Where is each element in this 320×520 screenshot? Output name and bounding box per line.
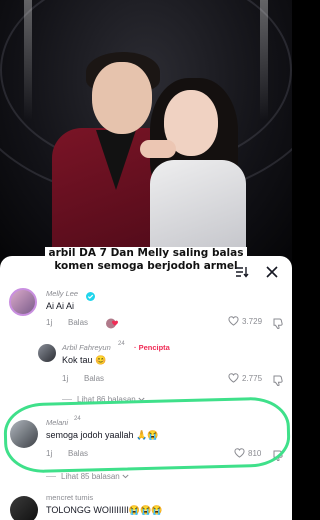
man-face bbox=[92, 62, 152, 134]
like-button[interactable]: 2.775 bbox=[228, 373, 262, 383]
like-count: 810 bbox=[248, 448, 262, 458]
creator-label-text: Pencipta bbox=[138, 343, 170, 352]
comment-text: TOLONGG WOIIIIIIII😭😭😭 bbox=[46, 505, 163, 515]
like-button[interactable]: 3.729 bbox=[228, 316, 262, 326]
reply-button[interactable]: Balas bbox=[68, 318, 88, 327]
caption-line-2: komen semoga berjodoh armel bbox=[51, 260, 241, 272]
comment-text: semoga jodoh yaallah 🙏😭 bbox=[46, 430, 159, 440]
dislike-icon[interactable] bbox=[273, 316, 283, 334]
comment-time: 1j bbox=[46, 318, 53, 327]
like-count: 2.775 bbox=[242, 373, 263, 383]
comment-username[interactable]: Melani bbox=[46, 418, 68, 427]
creator-liked-icon bbox=[106, 316, 120, 334]
user-badge: 24 bbox=[118, 341, 125, 347]
hand-on-shoulder bbox=[140, 140, 176, 158]
avatar[interactable] bbox=[10, 496, 38, 520]
chevron-down-icon bbox=[138, 397, 145, 402]
comment-time: 1j bbox=[62, 374, 69, 383]
avatar[interactable] bbox=[9, 288, 37, 316]
comment-username[interactable]: Melly Lee bbox=[46, 289, 78, 298]
reply-button[interactable]: Balas bbox=[84, 374, 104, 383]
view-replies-label: Lihat 85 balasan bbox=[61, 472, 120, 481]
divider bbox=[62, 399, 72, 400]
creator-label: · Pencipta bbox=[134, 343, 170, 352]
comment-username[interactable]: Arbil Fahreyun bbox=[62, 343, 111, 352]
verified-icon bbox=[86, 288, 95, 306]
divider bbox=[46, 476, 56, 477]
comment-item: Melani 24 semoga jodoh yaallah 🙏😭 1j Bal… bbox=[0, 414, 292, 466]
reply-button[interactable]: Balas bbox=[68, 449, 88, 458]
comment-username[interactable]: mencret tumis bbox=[46, 493, 93, 502]
dislike-icon[interactable] bbox=[273, 373, 283, 391]
avatar[interactable] bbox=[38, 344, 56, 362]
chevron-down-icon bbox=[122, 474, 129, 479]
view-replies-button[interactable]: Lihat 86 balasan bbox=[62, 395, 145, 404]
comment-item: Melly Lee Ai Ai Ai 1j Balas 3.729 bbox=[0, 284, 292, 336]
heart-icon bbox=[228, 373, 239, 383]
stage-light bbox=[260, 0, 268, 120]
comment-text: Ai Ai Ai bbox=[46, 301, 75, 311]
filter-sort-icon[interactable] bbox=[232, 262, 252, 282]
dislike-icon[interactable] bbox=[273, 448, 283, 466]
comment-time: 1j bbox=[46, 449, 53, 458]
like-count: 3.729 bbox=[242, 316, 263, 326]
view-replies-label: Lihat 86 balasan bbox=[77, 395, 136, 404]
stage-light bbox=[24, 0, 32, 120]
user-badge: 24 bbox=[74, 416, 81, 422]
reply-item: Arbil Fahreyun 24 · Pencipta Kok tau 😊 1… bbox=[0, 340, 292, 392]
heart-icon bbox=[228, 316, 239, 326]
comment-text: Kok tau 😊 bbox=[62, 355, 107, 365]
like-button[interactable]: 810 bbox=[234, 448, 261, 458]
view-replies-button[interactable]: Lihat 85 balasan bbox=[46, 472, 129, 481]
video-player[interactable] bbox=[0, 0, 292, 262]
avatar[interactable] bbox=[10, 420, 38, 448]
caption-line-1: arbil DA 7 Dan Melly saling balas bbox=[45, 247, 247, 259]
comment-item: mencret tumis TOLONGG WOIIIIIIII😭😭😭 bbox=[0, 490, 292, 520]
close-icon[interactable] bbox=[262, 262, 282, 282]
heart-icon bbox=[234, 448, 245, 458]
